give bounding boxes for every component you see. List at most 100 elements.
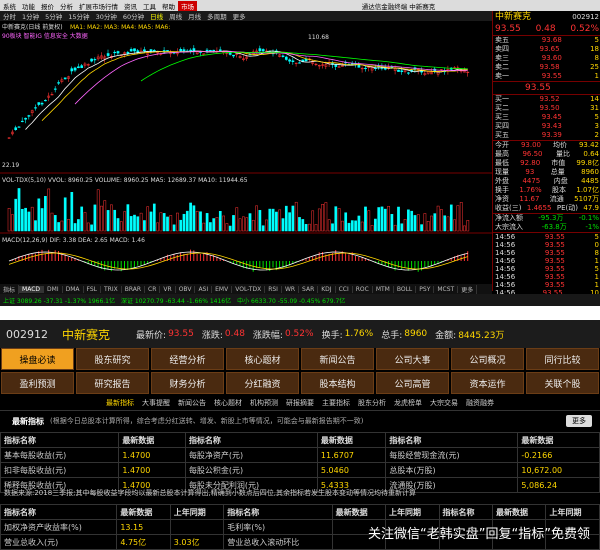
sub-nav-item[interactable]: 主要指标 [318,398,354,408]
indicator-tab[interactable]: EMV [212,285,233,293]
f10-nav-button[interactable]: 新闻公告 [301,348,374,370]
indicator-tab[interactable]: OBV [176,285,196,293]
indicator-tab[interactable]: ROC [353,285,373,293]
indicator-tab[interactable]: MTM [373,285,394,293]
more-button[interactable]: 更多 [566,415,592,427]
volume-bar [321,203,324,232]
f10-nav-button[interactable]: 公司大事 [376,348,449,370]
table-header-cell: 指标名称 [0,504,118,520]
indicator-tab[interactable]: BOLL [394,285,417,293]
sub-nav-item[interactable]: 最新指标 [102,398,138,408]
period-tab[interactable]: 日线 [147,11,166,21]
sub-nav-item[interactable]: 融资融券 [462,398,498,408]
volume-bar [77,219,80,232]
sub-nav-item[interactable]: 股东分析 [354,398,390,408]
volume-bar [357,215,361,232]
f10-nav-button[interactable]: 股东研究 [76,348,149,370]
indicator-tab[interactable]: WR [282,285,300,293]
f10-nav-button[interactable]: 股本结构 [301,372,374,394]
f10-nav-button[interactable]: 财务分析 [151,372,224,394]
period-tab[interactable]: 更多 [230,11,249,21]
indicator-tab[interactable]: DMI [44,285,63,293]
stock-code: 002912 [6,327,48,341]
menu-item[interactable]: 资讯 [121,1,140,11]
indicator-tab[interactable]: CR [145,285,161,293]
ask-row-price: 93.68 [541,36,562,44]
f10-nav-button[interactable]: 分红融资 [226,372,299,394]
pct-label: 涨跌幅: [252,330,283,341]
f10-nav-button[interactable]: 公司高管 [376,372,449,394]
menu-item[interactable]: 工具 [140,1,159,11]
indicator-tab[interactable]: MCST [434,285,459,293]
f10-nav-button[interactable]: 经营分析 [151,348,224,370]
volume-bar [350,220,354,232]
volume-bar [189,202,192,232]
period-tab[interactable]: 1分钟 [19,11,42,21]
candle-body [284,56,288,60]
indicator-tab[interactable]: ASI [195,285,213,293]
volume-bar [218,210,222,232]
menu-item[interactable]: 扩展市场行情 [76,1,121,11]
stat-value: 92.80 [520,159,541,167]
indicator-tab[interactable]: DMA [63,285,84,293]
indicator-tab[interactable]: KDJ [318,285,336,293]
indicator-tab[interactable]: FSL [84,285,101,293]
sub-nav-item[interactable]: 新闻公告 [174,398,210,408]
indicator-tab[interactable]: VR [160,285,176,293]
period-tab[interactable]: 月线 [185,11,204,21]
period-tab[interactable]: 60分钟 [120,11,147,21]
f10-nav-button[interactable]: 同行比较 [526,348,599,370]
indicator-tab[interactable]: VOL-TDX [232,285,266,293]
menu-item[interactable]: 帮助 [159,1,178,11]
f10-nav-button[interactable]: 公司概况 [451,348,524,370]
candle-body [20,120,24,123]
ask-row: 卖三 93.60 8 [493,54,600,63]
bid-row: 买五 93.39 2 [493,131,600,140]
f10-nav-button[interactable]: 关联个股 [526,372,599,394]
menu-item[interactable]: 市场 [178,0,197,11]
f10-nav-button[interactable]: 资本运作 [451,372,524,394]
indicator-tab[interactable]: RSI [265,285,282,293]
kline-chart-area[interactable]: 中新赛克(日线 前复权) MA1: MA2: MA3: MA4: MA5: MA… [0,21,492,284]
indicator-tab[interactable]: BRAR [122,285,146,293]
chg-label: 涨跌: [201,330,223,341]
period-tab[interactable]: 分时 [0,11,19,21]
period-tab[interactable]: 15分钟 [65,11,92,21]
indicator-tab[interactable]: 更多 [458,284,478,294]
sub-nav-item[interactable]: 研报摘要 [282,398,318,408]
sub-nav-item[interactable]: 龙虎榜单 [390,398,426,408]
tick-volume: 0 [594,241,599,249]
indicator-tab[interactable]: TRIX [101,285,122,293]
table-cell: 每股净资产(元) [184,447,318,463]
ma-line-green [140,51,468,82]
indicator-tab[interactable]: 指标 [0,284,20,294]
menu-item[interactable]: 报价 [38,1,57,11]
period-tab[interactable]: 多周期 [204,11,230,21]
menu-item[interactable]: 系统 [0,1,19,11]
candle-body [44,100,47,102]
volume-bar [37,198,41,232]
f10-nav-button[interactable]: 操盘必读 [1,348,74,370]
candle-body [106,53,110,56]
latest-label: 最新价: [136,330,167,341]
indicator-tab[interactable]: SAR [299,285,319,293]
period-tab[interactable]: 5分钟 [42,11,65,21]
indicator-tab[interactable]: CCI [336,285,353,293]
table-header-cell: 最新数据 [491,504,547,520]
sub-nav-item[interactable]: 大宗交易 [426,398,462,408]
f10-nav-button[interactable]: 研究报告 [76,372,149,394]
menu-item[interactable]: 分析 [57,1,76,11]
f10-nav-button[interactable]: 核心题材 [226,348,299,370]
volume-bar [360,221,364,232]
period-tab[interactable]: 30分钟 [93,11,120,21]
volume-bar [255,205,258,232]
indicator-tab[interactable]: PSY [416,285,435,293]
f10-nav-button[interactable]: 盈利预测 [1,372,74,394]
sub-nav-item[interactable]: 机构预测 [246,398,282,408]
volume-bar [433,213,437,232]
sub-nav-item[interactable]: 核心题材 [210,398,246,408]
period-tab[interactable]: 周线 [166,11,185,21]
indicator-tab[interactable]: MACD [19,285,45,293]
menu-item[interactable]: 功能 [19,1,38,11]
sub-nav-item[interactable]: 大事提醒 [138,398,174,408]
